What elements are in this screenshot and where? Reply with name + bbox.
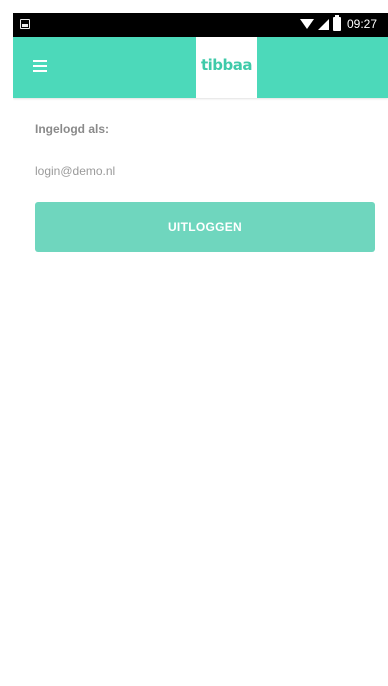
image-icon xyxy=(20,19,30,29)
app-bar: tibbaa xyxy=(13,37,388,98)
logo-text: tibbaa xyxy=(200,56,253,74)
wifi-icon xyxy=(300,19,314,29)
logout-button[interactable]: UITLOGGEN xyxy=(35,202,375,252)
brand-logo: tibbaa xyxy=(196,37,257,98)
status-time: 09:27 xyxy=(347,17,378,31)
signal-icon xyxy=(318,19,329,30)
hamburger-menu-icon[interactable] xyxy=(33,60,55,76)
logged-in-label: Ingelogd als: xyxy=(35,122,110,136)
battery-icon xyxy=(333,15,341,31)
logged-in-email: login@demo.nl xyxy=(35,164,116,178)
phone-screen: 09:27 tibbaa Ingelogd als: login@demo.nl… xyxy=(13,13,388,686)
status-bar: 09:27 xyxy=(13,13,388,37)
